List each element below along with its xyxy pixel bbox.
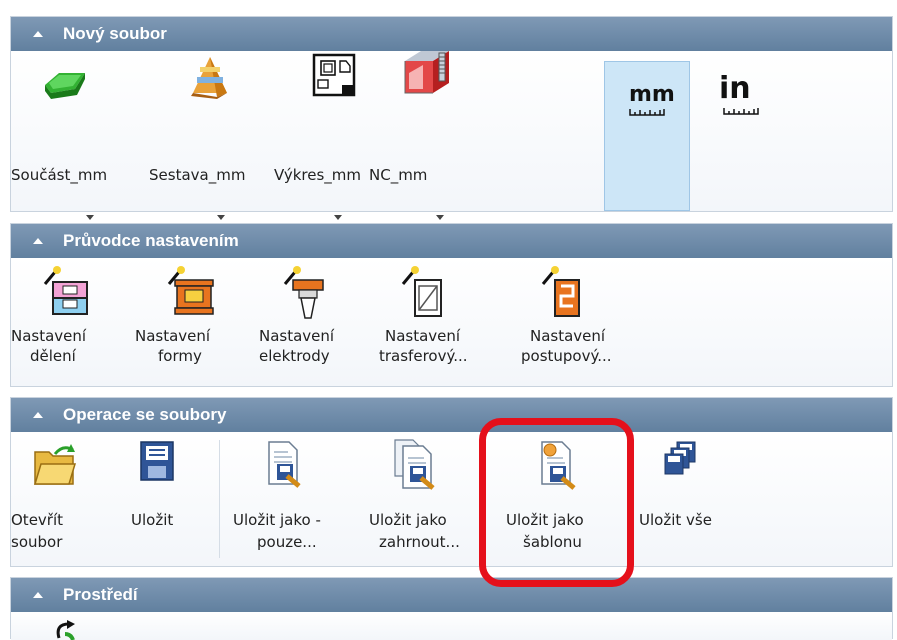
panel-file-operations: Operace se soubory Otevřít soubor Uložit	[10, 397, 893, 567]
panel-body: Nastavení dělení Nastavení formy Nastave…	[11, 258, 892, 386]
tool-label: Sestava_mm	[149, 166, 246, 184]
unit-mm-button[interactable]: mm	[604, 61, 690, 211]
tool-label: Nastavení	[259, 327, 335, 345]
nc-icon	[404, 51, 449, 94]
chevron-down-icon[interactable]	[217, 215, 225, 220]
panel-header-setup-wizard[interactable]: Průvodce nastavením	[11, 224, 892, 258]
new-part-button[interactable]: Součást_mm	[11, 51, 107, 220]
save-disk-icon	[140, 441, 174, 481]
tool-label: zahrnout...	[379, 533, 460, 551]
tool-label: elektrody	[259, 347, 330, 365]
mold-wizard-icon	[167, 266, 214, 315]
panel-title: Nový soubor	[63, 24, 167, 43]
panel-environment: Prostředí	[10, 577, 893, 640]
tool-label: soubor	[11, 533, 63, 551]
unit-label-in: in	[719, 71, 751, 106]
unit-in-button[interactable]: in	[711, 61, 781, 121]
chevron-down-icon[interactable]	[334, 215, 342, 220]
panel-body	[11, 612, 892, 640]
setup-electrode-button[interactable]: Nastavení elektrody	[251, 258, 361, 386]
save-all-icon	[664, 441, 696, 475]
setup-parting-button[interactable]: Nastavení dělení	[11, 258, 131, 386]
chevron-down-icon[interactable]	[436, 215, 444, 220]
open-folder-icon	[33, 444, 77, 485]
collapse-icon[interactable]	[33, 238, 43, 244]
tool-label: formy	[158, 347, 202, 365]
tool-label: Uložit vše	[639, 511, 712, 529]
progressive-wizard-icon	[541, 266, 580, 317]
panel-header-environment[interactable]: Prostředí	[11, 578, 892, 612]
save-as-only-button[interactable]: Uložit jako - pouze...	[221, 432, 336, 566]
new-nc-button[interactable]: NC_mm	[369, 51, 449, 220]
ruler-icon	[629, 109, 665, 116]
refresh-icon[interactable]	[51, 620, 81, 640]
open-file-button[interactable]: Otevřít soubor	[11, 432, 89, 566]
save-as-include-button[interactable]: Uložit jako zahrnout...	[359, 432, 474, 566]
tool-label: Nastavení	[135, 327, 211, 345]
electrode-wizard-icon	[283, 266, 324, 319]
tool-label: pouze...	[257, 533, 317, 551]
save-all-button[interactable]: Uložit vše	[629, 432, 729, 566]
setup-transfer-button[interactable]: Nastavení trasferový...	[371, 258, 481, 386]
panel-header-file-operations[interactable]: Operace se soubory	[11, 398, 892, 432]
tool-label: Nastavení	[385, 327, 461, 345]
panel-title: Operace se soubory	[63, 405, 227, 424]
drawing-icon	[312, 53, 356, 97]
parting-wizard-icon	[43, 266, 88, 315]
tool-label: dělení	[30, 347, 76, 365]
tool-label: Uložit	[131, 511, 174, 529]
separator	[219, 440, 220, 558]
transfer-wizard-icon	[401, 266, 442, 317]
collapse-icon[interactable]	[33, 592, 43, 598]
new-assembly-button[interactable]: Sestava_mm	[149, 51, 245, 220]
tool-label: NC_mm	[369, 166, 428, 184]
tool-label: Součást_mm	[11, 166, 108, 184]
tool-label: Výkres_mm	[274, 166, 362, 184]
panel-title: Prostředí	[63, 585, 138, 604]
part-icon	[45, 73, 85, 99]
tool-label: Nastavení	[530, 327, 606, 345]
panel-new-file: Nový soubor Součást_mm Sestava_mm Výkres…	[10, 16, 893, 220]
save-button[interactable]: Uložit	[119, 432, 189, 566]
tool-label: Nastavení	[11, 327, 87, 345]
setup-mold-button[interactable]: Nastavení formy	[135, 258, 255, 386]
tool-label: Otevřít	[11, 511, 64, 529]
collapse-icon[interactable]	[33, 412, 43, 418]
new-drawing-button[interactable]: Výkres_mm	[274, 51, 362, 220]
highlight-annotation	[479, 418, 634, 587]
tool-label: Uložit jako -	[233, 511, 321, 529]
tool-label: postupový...	[521, 347, 612, 365]
assembly-icon	[191, 57, 227, 99]
panel-title: Průvodce nastavením	[63, 231, 239, 250]
setup-progressive-button[interactable]: Nastavení postupový...	[507, 258, 627, 386]
panel-setup-wizard: Průvodce nastavením Nastavení dělení Nas…	[10, 223, 893, 387]
save-as-include-icon	[394, 439, 435, 490]
save-as-icon	[268, 441, 301, 488]
tool-label: Uložit jako	[369, 511, 447, 529]
ruler-icon	[723, 108, 759, 115]
tool-label: trasferový...	[379, 347, 468, 365]
chevron-down-icon[interactable]	[86, 215, 94, 220]
panel-body: Otevřít soubor Uložit Uložit jako - pouz…	[11, 432, 892, 566]
unit-label-mm: mm	[629, 82, 675, 107]
panel-body: Součást_mm Sestava_mm Výkres_mm NC_mm mm…	[11, 51, 892, 220]
collapse-icon[interactable]	[33, 31, 43, 37]
